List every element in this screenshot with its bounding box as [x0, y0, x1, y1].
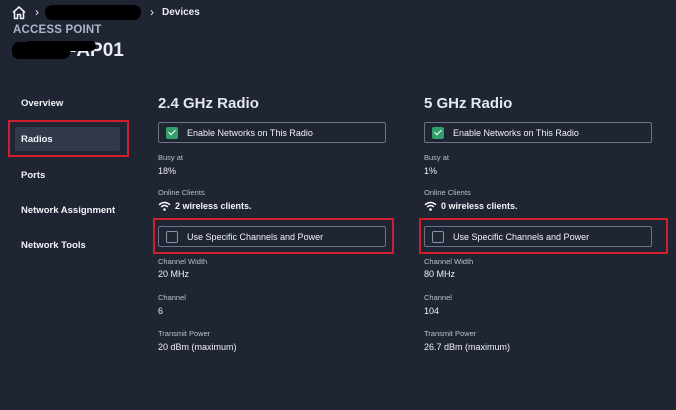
nav-item-overview[interactable]: Overview [21, 98, 63, 109]
page-eyebrow: ACCESS POINT [13, 24, 102, 36]
channel-value: 104 [424, 306, 440, 316]
busy-label: Busy at [424, 153, 450, 162]
channel-width-label: Channel Width [424, 257, 474, 266]
channel-value: 6 [158, 306, 164, 316]
wifi-icon [158, 201, 171, 211]
checkbox-checked-icon[interactable] [432, 126, 444, 139]
nav-item-network-tools[interactable]: Network Tools [21, 240, 86, 251]
online-clients-value: 2 wireless clients. [158, 201, 252, 211]
channel-width-label: Channel Width [158, 257, 208, 266]
use-specific-channels-checkbox-2-4ghz[interactable]: Use Specific Channels and Power [158, 226, 386, 247]
nav-item-radios[interactable]: Radios [21, 134, 53, 145]
busy-label: Busy at [158, 153, 184, 162]
chevron-right-icon: › [150, 5, 154, 19]
home-icon[interactable] [11, 5, 27, 20]
checkbox-empty-icon[interactable] [432, 230, 444, 243]
online-clients-text: 0 wireless clients. [441, 201, 518, 211]
use-specific-channels-label: Use Specific Channels and Power [187, 231, 324, 242]
enable-networks-label: Enable Networks on This Radio [453, 127, 579, 138]
breadcrumb-current: Devices [162, 6, 200, 18]
online-clients-text: 2 wireless clients. [175, 201, 252, 211]
wifi-icon [424, 201, 437, 211]
redaction-bar [24, 41, 96, 51]
online-clients-value: 0 wireless clients. [424, 201, 518, 211]
nav-item-network-assignment[interactable]: Network Assignment [21, 205, 115, 216]
chevron-right-icon: › [35, 5, 39, 19]
channel-width-value: 20 MHz [158, 269, 190, 279]
transmit-power-value: 20 dBm (maximum) [158, 342, 237, 352]
enable-networks-label: Enable Networks on This Radio [187, 127, 313, 138]
nav-item-ports[interactable]: Ports [21, 170, 45, 181]
breadcrumb-site-redacted[interactable] [45, 4, 141, 20]
online-clients-label: Online Clients [424, 188, 471, 197]
radio-title-2-4ghz: 2.4 GHz Radio [158, 95, 259, 112]
transmit-power-label: Transmit Power [424, 329, 477, 338]
transmit-power-value: 26.7 dBm (maximum) [424, 342, 511, 352]
breadcrumb: › › Devices [11, 4, 200, 20]
channel-label: Channel [424, 293, 452, 302]
channel-label: Channel [158, 293, 186, 302]
online-clients-label: Online Clients [158, 188, 205, 197]
radio-title-5ghz: 5 GHz Radio [424, 95, 513, 112]
use-specific-channels-label: Use Specific Channels and Power [453, 231, 590, 242]
transmit-power-label: Transmit Power [158, 329, 211, 338]
use-specific-channels-checkbox-5ghz[interactable]: Use Specific Channels and Power [424, 226, 652, 247]
channel-width-value: 80 MHz [424, 269, 456, 279]
busy-value: 18% [158, 166, 177, 176]
busy-value: 1% [424, 166, 438, 176]
enable-networks-checkbox-2-4ghz[interactable]: Enable Networks on This Radio [158, 122, 386, 143]
enable-networks-checkbox-5ghz[interactable]: Enable Networks on This Radio [424, 122, 652, 143]
checkbox-empty-icon[interactable] [166, 230, 178, 243]
checkbox-checked-icon[interactable] [166, 126, 178, 139]
